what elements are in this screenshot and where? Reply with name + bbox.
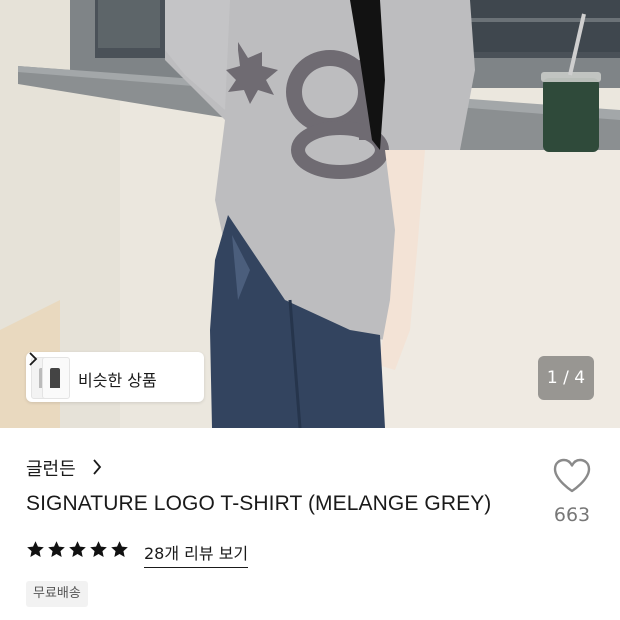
star-icon [69, 541, 86, 558]
chevron-right-icon [29, 352, 38, 366]
heart-icon [553, 458, 591, 493]
star-rating [26, 540, 131, 563]
star-icon [111, 541, 128, 558]
star-icon [48, 541, 65, 558]
similar-thumbnail [42, 357, 70, 399]
product-photo[interactable]: 비슷한 상품 1 / 4 [0, 0, 620, 428]
product-title: SIGNATURE LOGO T-SHIRT (MELANGE GREY) [26, 492, 492, 515]
star-icon [90, 541, 107, 558]
chevron-right-icon [93, 459, 102, 475]
image-pager: 1 / 4 [538, 356, 594, 400]
similar-products-button[interactable]: 비슷한 상품 [26, 352, 204, 402]
brand-link[interactable]: 글런든 [26, 455, 102, 480]
like-button[interactable]: 663 [548, 458, 596, 530]
review-link[interactable]: 28개 리뷰 보기 [144, 540, 249, 568]
like-count: 663 [553, 504, 591, 526]
brand-name: 글런든 [26, 459, 76, 480]
similar-products-label: 비슷한 상품 [78, 371, 157, 390]
free-shipping-badge: 무료배송 [26, 581, 88, 607]
star-icon [27, 541, 44, 558]
